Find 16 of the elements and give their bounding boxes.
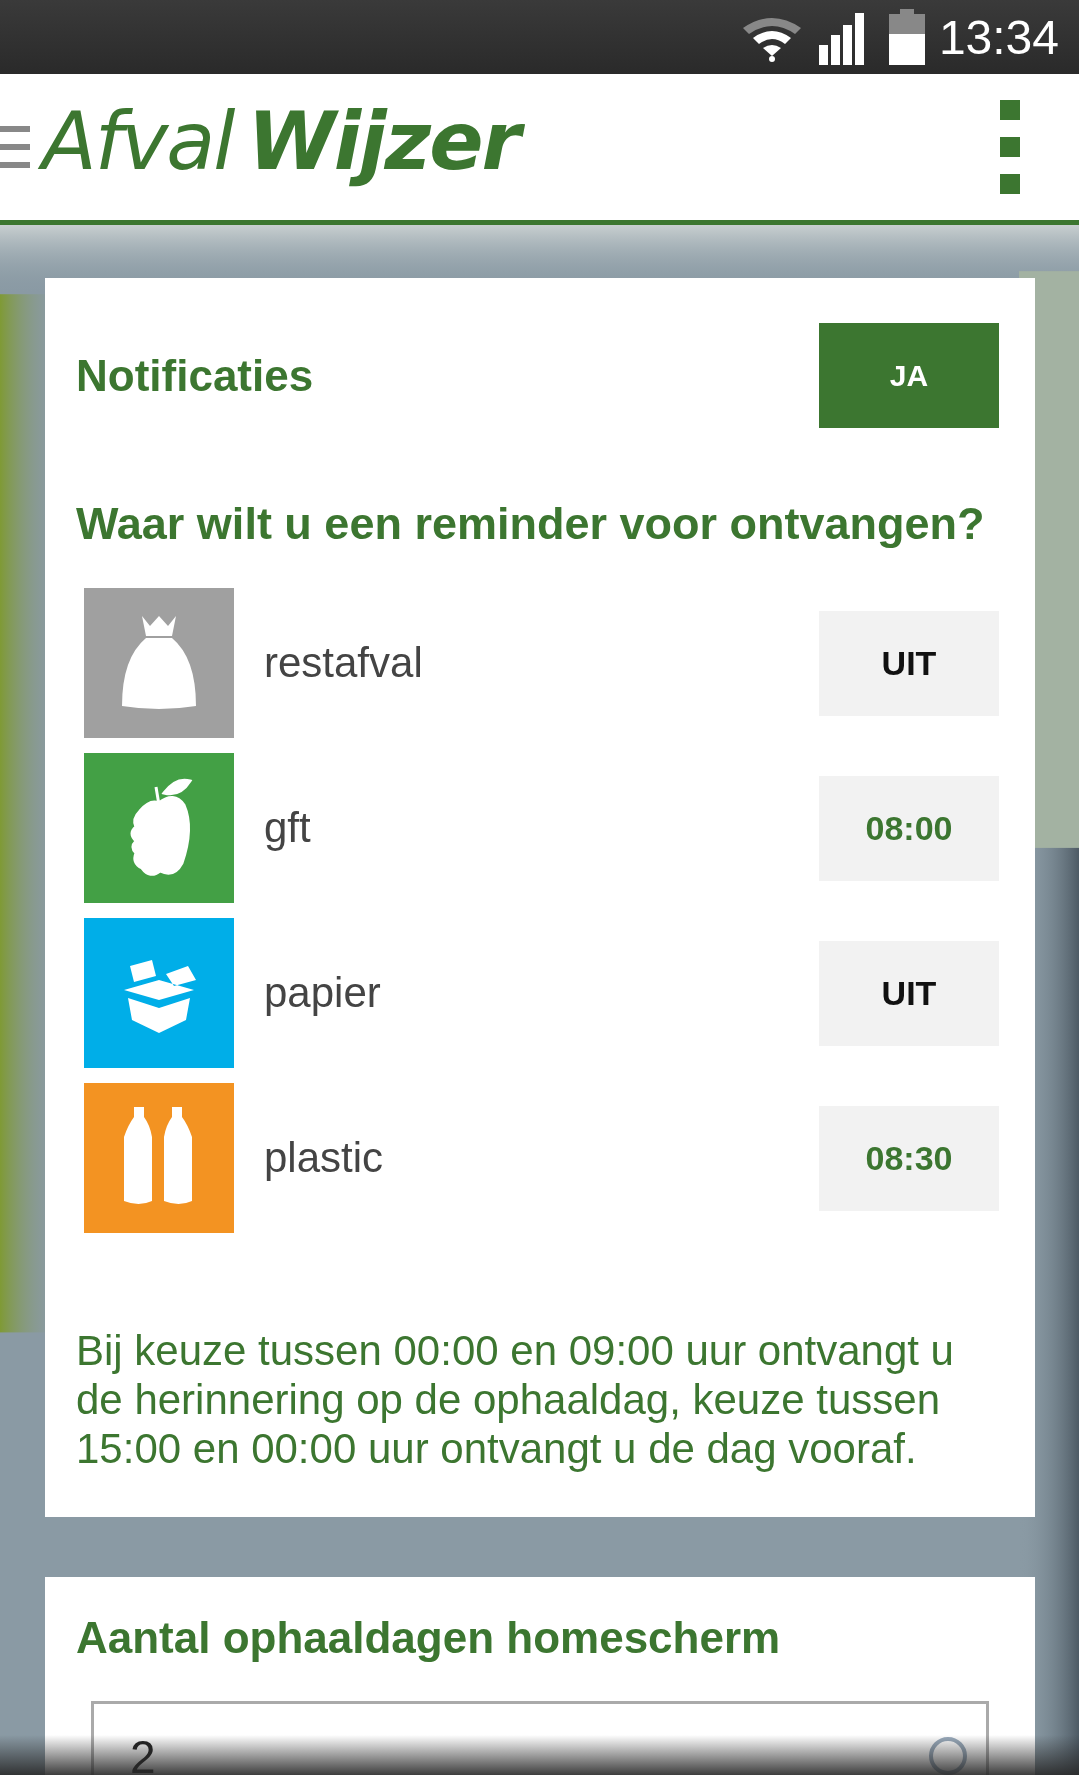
question-heading: Waar wilt u een reminder voor ontvangen? <box>76 498 986 550</box>
logo-text: Wijzer <box>247 94 533 200</box>
section-title: Notificaties <box>76 350 314 401</box>
reminder-button[interactable]: 08:00 <box>819 775 999 881</box>
info-text: Bij keuze tussen 00:00 en 09:00 uur ontvangt u de herinnering op de ophaaldag, keuze tussen 15:00 en 00:00 uur ontvangt u de dag vooraf. <box>76 1326 955 1473</box>
waste-type-label: restafval <box>264 639 424 687</box>
reminder-button[interactable]: UIT <box>819 940 999 1046</box>
reminder-button[interactable]: UIT <box>819 610 999 716</box>
waste-type-label: plastic <box>264 1134 385 1182</box>
clock-text: 13:34 <box>938 9 1059 65</box>
section-title: Aantal ophaaldagen homescherm <box>76 1613 782 1663</box>
waste-type-label: gft <box>264 804 312 852</box>
reminder-button[interactable]: 08:30 <box>819 1105 999 1211</box>
waste-type-label: papier <box>264 969 382 1017</box>
days-select[interactable]: 2 <box>91 1701 989 1775</box>
notifications-toggle[interactable]: JA <box>819 323 999 428</box>
